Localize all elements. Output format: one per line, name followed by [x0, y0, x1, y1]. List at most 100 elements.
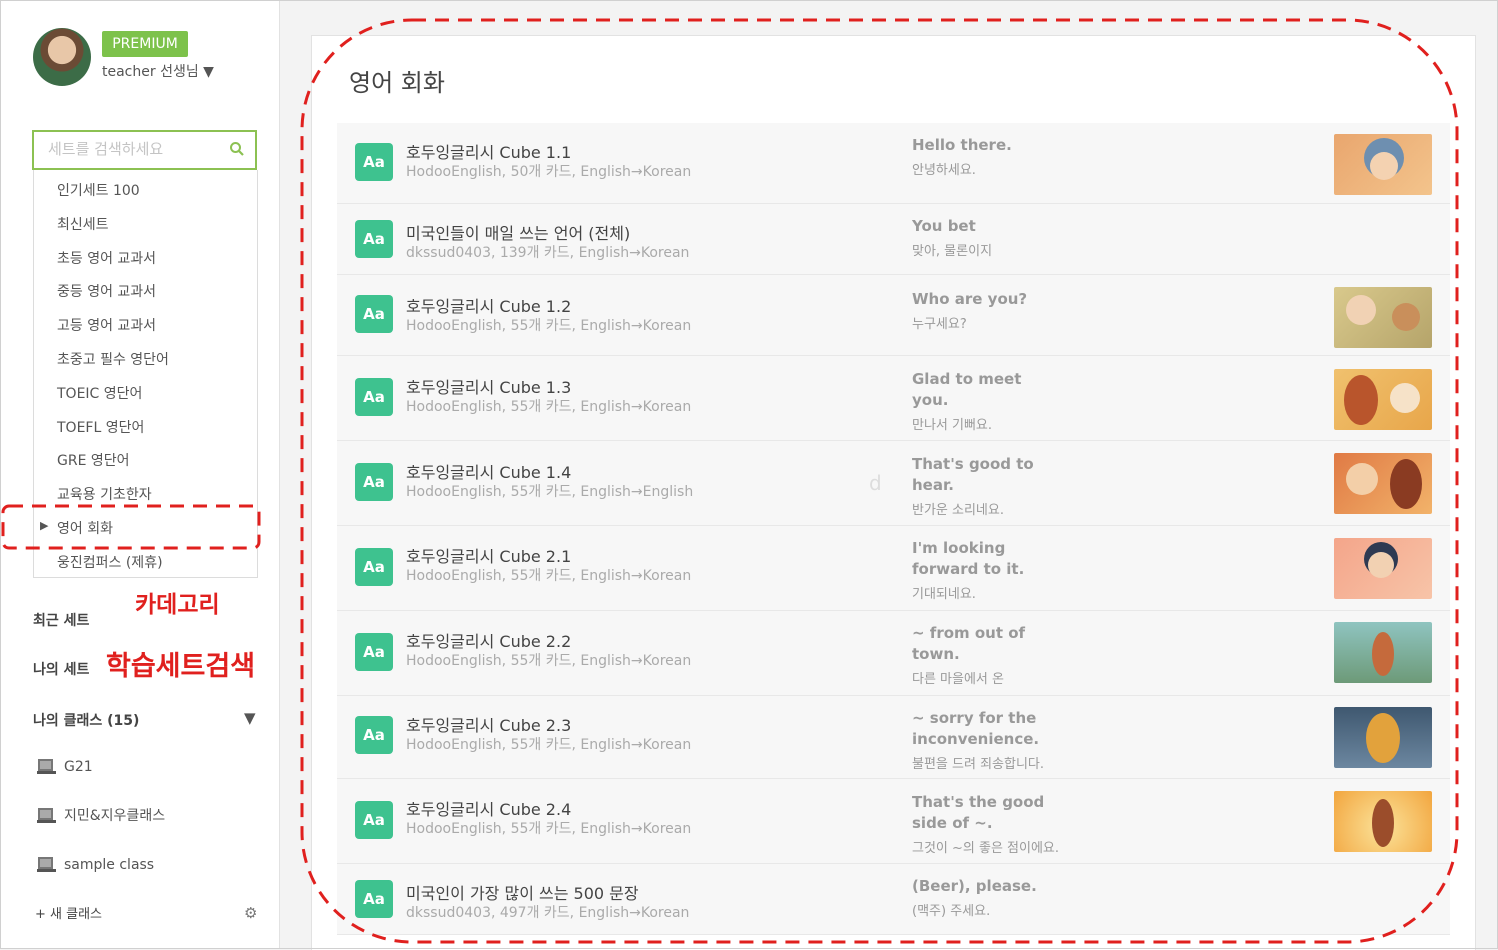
set-meta: HodooEnglish, 50개 카드, English→Korean: [406, 164, 692, 180]
set-title[interactable]: 호두잉글리시 Cube 1.2: [406, 293, 571, 317]
set-card[interactable]: Aa 호두잉글리시 Cube 1.3 HodooEnglish, 55개 카드,…: [337, 356, 1450, 441]
sample-term: (Beer), please.: [912, 877, 1037, 895]
category-label: 영어 회화: [57, 521, 113, 537]
sidebar: PREMIUM teacher 선생님 ▼ 인기세트 100 최신세트 초등 영…: [0, 0, 280, 949]
avatar[interactable]: [33, 28, 91, 86]
annotation-search: 학습세트검색: [106, 651, 256, 682]
class-icon: [37, 854, 56, 873]
set-thumbnail: [1334, 287, 1432, 348]
set-thumbnail: [1334, 622, 1432, 683]
new-class-button[interactable]: + 새 클래스: [35, 903, 102, 922]
sample-definition: 만나서 기뻐요.: [912, 418, 993, 433]
set-type-icon: Aa: [355, 548, 393, 586]
set-card[interactable]: Aa 미국인들이 매일 쓰는 언어 (전체) dkssud0403, 139개 …: [337, 204, 1450, 275]
annotation-category: 카데고리: [135, 592, 220, 618]
sample-term: Glad to meet you.: [912, 370, 1022, 409]
class-label: 지민&지우클래스: [64, 808, 166, 824]
chevron-down-icon[interactable]: ▼: [244, 709, 256, 727]
sample-definition: 다른 마을에서 온: [912, 672, 1004, 687]
category-item[interactable]: 중등 영어 교과서: [57, 281, 156, 301]
set-thumbnail: [1334, 134, 1432, 195]
category-item[interactable]: TOEFL 영단어: [57, 417, 144, 437]
set-meta: HodooEnglish, 55개 카드, English→Korean: [406, 737, 692, 753]
sample-term: ~ from out of town.: [912, 624, 1026, 663]
category-item[interactable]: 초등 영어 교과서: [57, 248, 156, 268]
sample-definition: 안녕하세요.: [912, 163, 976, 178]
set-meta: HodooEnglish, 55개 카드, English→English: [406, 484, 694, 500]
set-thumbnail: [1334, 707, 1432, 768]
class-item[interactable]: G21: [37, 756, 93, 775]
class-icon: [37, 756, 56, 775]
stray-character: d: [869, 471, 882, 495]
set-card[interactable]: Aa 호두잉글리시 Cube 2.2 HodooEnglish, 55개 카드,…: [337, 611, 1450, 696]
category-item[interactable]: 초중고 필수 영단어: [57, 349, 169, 369]
set-card[interactable]: Aa 호두잉글리시 Cube 1.4 HodooEnglish, 55개 카드,…: [337, 441, 1450, 526]
sample-definition: 맞아, 물론이지: [912, 244, 993, 259]
set-search-input[interactable]: [46, 139, 220, 159]
set-title[interactable]: 미국인이 가장 많이 쓰는 500 문장: [406, 880, 639, 904]
set-type-icon: Aa: [355, 633, 393, 671]
set-meta: HodooEnglish, 55개 카드, English→Korean: [406, 399, 692, 415]
set-title[interactable]: 호두잉글리시 Cube 2.3: [406, 712, 571, 736]
set-title[interactable]: 호두잉글리시 Cube 1.1: [406, 139, 571, 163]
category-item[interactable]: 웅진컴퍼스 (제휴): [57, 552, 163, 572]
category-item[interactable]: 고등 영어 교과서: [57, 315, 156, 335]
user-menu[interactable]: teacher 선생님 ▼: [102, 61, 214, 81]
sample-term: Hello there.: [912, 136, 1012, 154]
set-title[interactable]: 호두잉글리시 Cube 2.2: [406, 628, 571, 652]
set-type-icon: Aa: [355, 880, 393, 918]
category-item[interactable]: TOEIC 영단어: [57, 383, 142, 403]
set-type-icon: Aa: [355, 716, 393, 754]
sample-definition: 그것이 ~의 좋은 점이에요.: [912, 841, 1060, 856]
set-card[interactable]: Aa 미국인이 가장 많이 쓰는 500 문장 dkssud0403, 497개…: [337, 864, 1450, 935]
set-title[interactable]: 호두잉글리시 Cube 1.3: [406, 374, 571, 398]
sample-term: You bet: [912, 217, 976, 235]
set-card[interactable]: Aa 호두잉글리시 Cube 2.1 HodooEnglish, 55개 카드,…: [337, 526, 1450, 611]
my-classes-heading[interactable]: 나의 클래스 (15): [33, 710, 139, 730]
set-card[interactable]: Aa 호두잉글리시 Cube 2.4 HodooEnglish, 55개 카드,…: [337, 779, 1450, 864]
set-meta: HodooEnglish, 55개 카드, English→Korean: [406, 318, 692, 334]
set-type-icon: Aa: [355, 143, 393, 181]
set-type-icon: Aa: [355, 220, 393, 258]
sample-term: I'm looking forward to it.: [912, 539, 1025, 578]
set-title[interactable]: 호두잉글리시 Cube 1.4: [406, 459, 571, 483]
set-type-icon: Aa: [355, 295, 393, 333]
set-title[interactable]: 호두잉글리시 Cube 2.1: [406, 543, 571, 567]
class-item[interactable]: sample class: [37, 854, 154, 873]
set-thumbnail: [1334, 453, 1432, 514]
set-type-icon: Aa: [355, 378, 393, 416]
set-title[interactable]: 미국인들이 매일 쓰는 언어 (전체): [406, 220, 630, 244]
set-card[interactable]: Aa 호두잉글리시 Cube 2.3 HodooEnglish, 55개 카드,…: [337, 696, 1450, 779]
category-item[interactable]: 최신세트: [57, 214, 109, 234]
class-item[interactable]: 지민&지우클래스: [37, 805, 165, 825]
category-item[interactable]: GRE 영단어: [57, 450, 130, 470]
sample-term: Who are you?: [912, 290, 1028, 308]
category-item-selected[interactable]: ▶ 영어 회화: [40, 518, 113, 538]
category-item[interactable]: 인기세트 100: [57, 180, 140, 200]
set-search-box: [32, 130, 257, 170]
set-thumbnail: [1334, 791, 1432, 852]
set-card[interactable]: Aa 호두잉글리시 Cube 1.1 HodooEnglish, 50개 카드,…: [337, 123, 1450, 204]
premium-badge: PREMIUM: [102, 31, 188, 57]
sample-term: That's good to hear.: [912, 455, 1034, 494]
set-meta: HodooEnglish, 55개 카드, English→Korean: [406, 568, 692, 584]
sample-definition: (맥주) 주세요.: [912, 904, 991, 919]
sample-definition: 불편을 드려 죄송합니다.: [912, 757, 1044, 772]
category-item[interactable]: 교육용 기초한자: [57, 484, 152, 504]
set-meta: dkssud0403, 497개 카드, English→Korean: [406, 905, 690, 921]
set-card[interactable]: Aa 호두잉글리시 Cube 1.2 HodooEnglish, 55개 카드,…: [337, 275, 1450, 356]
set-thumbnail: [1334, 538, 1432, 599]
set-type-icon: Aa: [355, 463, 393, 501]
sample-term: ~ sorry for the inconvenience.: [912, 709, 1040, 748]
search-icon[interactable]: [229, 141, 245, 161]
set-title[interactable]: 호두잉글리시 Cube 2.4: [406, 796, 571, 820]
set-meta: HodooEnglish, 55개 카드, English→Korean: [406, 821, 692, 837]
sample-term: That's the good side of ~.: [912, 793, 1045, 832]
gear-icon[interactable]: ⚙: [244, 904, 257, 922]
my-sets-link[interactable]: 나의 세트: [33, 659, 89, 679]
class-label: sample class: [64, 857, 155, 873]
page-title: 영어 회화: [349, 69, 445, 97]
set-type-icon: Aa: [355, 801, 393, 839]
recent-sets-link[interactable]: 최근 세트: [33, 610, 89, 630]
category-list: 인기세트 100 최신세트 초등 영어 교과서 중등 영어 교과서 고등 영어 …: [33, 170, 258, 578]
